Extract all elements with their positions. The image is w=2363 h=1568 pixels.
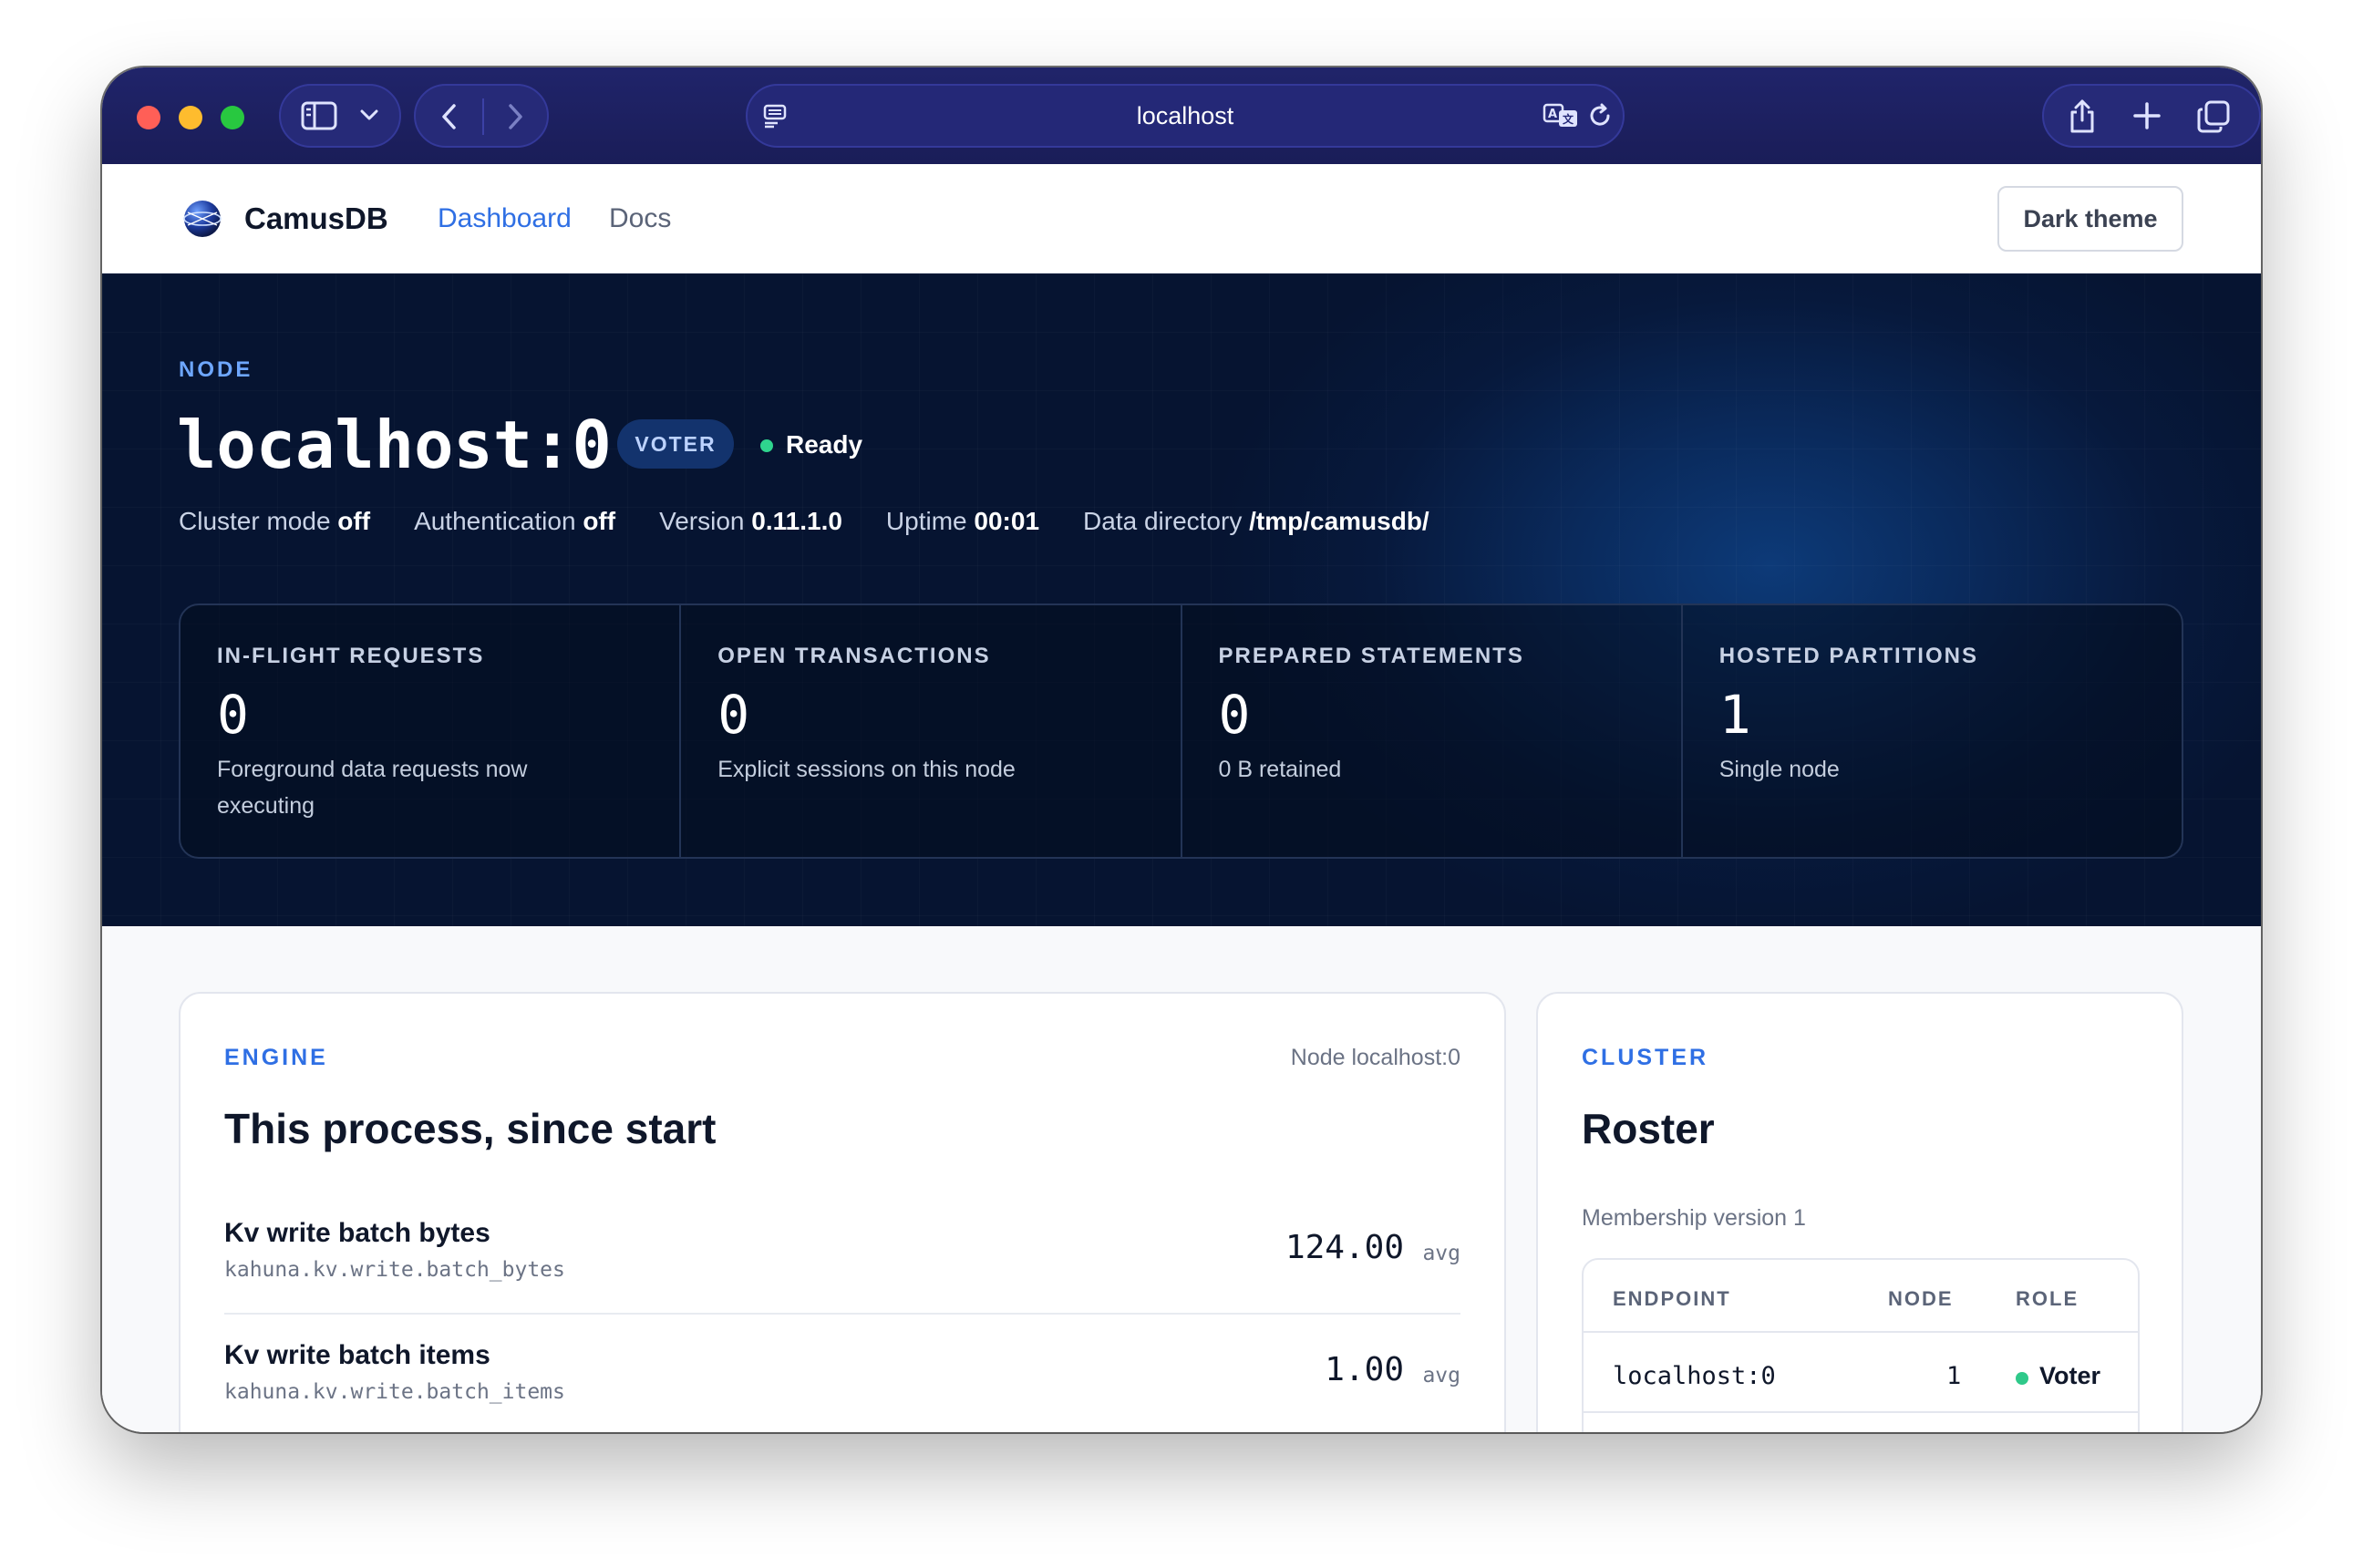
meta-authentication: Authentication off [414, 503, 615, 540]
cluster-card: CLUSTER Roster Membership version 1 ENDP… [1536, 992, 2183, 1432]
cell-node: 1 [1946, 1362, 1962, 1390]
membership-version: Membership version 1 [1582, 1205, 1806, 1231]
engine-title: This process, since start [224, 1105, 717, 1152]
metric-row: Kv write batch items kahuna.kv.write.bat… [224, 1316, 1460, 1432]
meta-version: Version 0.11.1.0 [659, 503, 842, 540]
stat-value: 1 [1718, 684, 1751, 746]
stat-label: OPEN TRANSACTIONS [717, 644, 991, 668]
metric-name: Kv write batch items [224, 1340, 490, 1370]
meta-label: Authentication [414, 507, 576, 535]
app-navbar: CamusDB Dashboard Docs Dark theme [102, 164, 2261, 273]
stat-hosted-partitions: HOSTED PARTITIONS 1 Single node [1683, 605, 2182, 857]
nav-link-docs[interactable]: Docs [609, 195, 671, 242]
metric-row: Kv write batch bytes kahuna.kv.write.bat… [224, 1194, 1460, 1315]
browser-toolbar: localhost A文 [102, 67, 2261, 164]
meta-data-directory: Data directory /tmp/camusdb/ [1083, 503, 1429, 540]
stat-value: 0 [1218, 684, 1251, 746]
zoom-window-button[interactable] [221, 106, 244, 129]
main-content: ENGINE Node localhost:0 This process, si… [102, 926, 2261, 1432]
cell-endpoint: localhost:0 [1613, 1362, 1776, 1390]
meta-value: off [583, 507, 616, 535]
reload-icon[interactable] [1586, 102, 1614, 129]
svg-text:A: A [1548, 108, 1557, 121]
hero-eyebrow: NODE [179, 357, 253, 382]
node-hero: NODE localhost:0 VOTER Ready Cluster mod… [102, 273, 2261, 926]
metric-key: kahuna.kv.write.batch_items [224, 1380, 565, 1404]
role-status-dot-icon [2016, 1372, 2028, 1385]
metric-name: Kv write batch bytes [224, 1218, 490, 1248]
meta-cluster-mode: Cluster mode off [179, 503, 370, 540]
nav-divider [482, 98, 484, 135]
stat-open-transactions: OPEN TRANSACTIONS 0 Explicit sessions on… [681, 605, 1182, 857]
tab-overview-icon[interactable] [2195, 98, 2232, 135]
meta-label: Version [659, 507, 745, 535]
stat-label: HOSTED PARTITIONS [1718, 644, 1978, 668]
meta-value: 0.11.1.0 [751, 507, 842, 535]
engine-card: ENGINE Node localhost:0 This process, si… [179, 992, 1506, 1432]
metric-value: 1.00 [1325, 1351, 1404, 1388]
node-meta-row: Cluster mode off Authentication off Vers… [179, 503, 1429, 540]
meta-uptime: Uptime 00:01 [886, 503, 1039, 540]
svg-text:文: 文 [1563, 112, 1574, 126]
back-icon[interactable] [439, 102, 459, 131]
metric-key: kahuna.kv.write.batch_bytes [224, 1258, 565, 1282]
sidebar-icon[interactable] [301, 100, 337, 131]
cluster-eyebrow: CLUSTER [1582, 1045, 1709, 1070]
stat-note: Single node [1718, 757, 1840, 782]
meta-value: /tmp/camusdb/ [1249, 507, 1429, 535]
meta-label: Data directory [1083, 507, 1243, 535]
role-badge: VOTER [617, 419, 734, 469]
close-window-button[interactable] [137, 106, 160, 129]
new-tab-icon[interactable] [2131, 100, 2162, 131]
address-bar[interactable]: localhost A文 [746, 84, 1625, 148]
address-text: localhost [1136, 102, 1234, 129]
share-icon[interactable] [2066, 97, 2099, 135]
stat-note: Foreground data requests now executing [217, 757, 528, 819]
stat-label: PREPARED STATEMENTS [1218, 644, 1524, 668]
column-header-role: ROLE [2016, 1287, 2079, 1310]
status-text: Ready [786, 430, 863, 459]
nav-link-dashboard[interactable]: Dashboard [438, 195, 572, 242]
status-dot-icon [760, 439, 773, 452]
roster-table: ENDPOINT NODE ROLE localhost:0 1 Voter [1582, 1258, 2140, 1432]
meta-value: 00:01 [974, 507, 1040, 535]
node-title: localhost:0 [177, 407, 612, 483]
brand-name[interactable]: CamusDB [244, 195, 388, 242]
table-header-divider [1584, 1331, 2138, 1333]
minimize-window-button[interactable] [179, 106, 202, 129]
column-header-node: NODE [1888, 1287, 1954, 1310]
metric-unit: avg [1422, 1364, 1460, 1387]
meta-value: off [337, 507, 371, 535]
browser-window: localhost A文 CamusDB Dashboard Docs Dark… [102, 67, 2261, 1432]
table-row-divider [1584, 1411, 2138, 1413]
stat-value: 0 [217, 684, 249, 746]
translate-icon[interactable]: A文 [1543, 102, 1579, 129]
column-header-endpoint: ENDPOINT [1613, 1287, 1731, 1310]
stat-note: Explicit sessions on this node [717, 757, 1016, 782]
browser-actions-group [2042, 84, 2261, 148]
engine-eyebrow: ENGINE [224, 1045, 328, 1070]
sidebar-toggle-group [279, 84, 401, 148]
cell-role: Voter [2039, 1362, 2101, 1389]
stats-panel: IN-FLIGHT REQUESTS 0 Foreground data req… [179, 603, 2183, 859]
cluster-title: Roster [1582, 1105, 1715, 1152]
metric-value: 124.00 [1285, 1229, 1404, 1266]
stat-value: 0 [717, 684, 750, 746]
engine-node-label: Node localhost:0 [1290, 1045, 1460, 1070]
metric-unit: avg [1422, 1242, 1460, 1265]
meta-label: Uptime [885, 507, 967, 535]
meta-label: Cluster mode [179, 507, 331, 535]
stat-label: IN-FLIGHT REQUESTS [217, 644, 485, 668]
stat-note: 0 B retained [1218, 757, 1342, 782]
stat-in-flight-requests: IN-FLIGHT REQUESTS 0 Foreground data req… [181, 605, 682, 857]
history-nav-group [414, 84, 549, 148]
camusdb-logo-icon[interactable] [182, 199, 222, 239]
forward-icon[interactable] [505, 102, 525, 131]
dark-theme-button[interactable]: Dark theme [1997, 186, 2183, 252]
stat-prepared-statements: PREPARED STATEMENTS 0 0 B retained [1182, 605, 1683, 857]
chevron-down-icon[interactable] [359, 108, 379, 122]
